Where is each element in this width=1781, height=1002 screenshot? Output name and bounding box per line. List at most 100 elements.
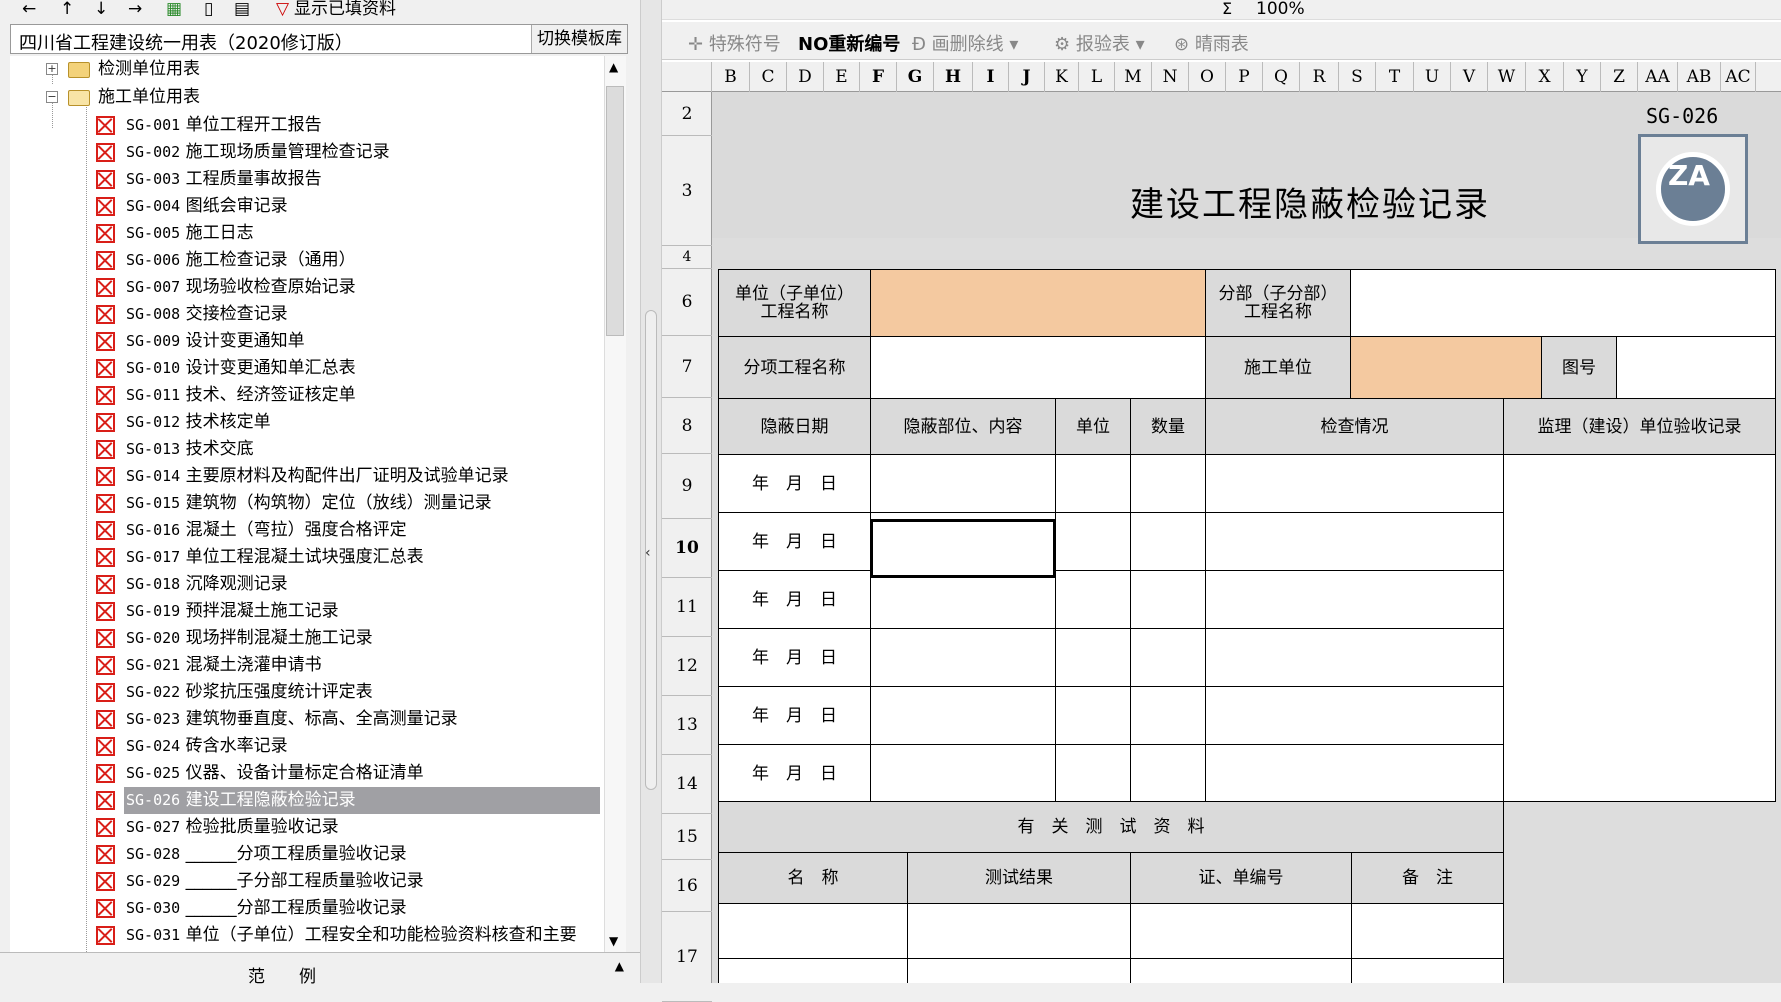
test-cert-input[interactable] <box>1130 903 1352 959</box>
column-header-cell[interactable]: H <box>934 62 973 92</box>
report-form-button[interactable]: ⚙ 报验表 ▾ <box>1054 30 1145 56</box>
inspection-input[interactable] <box>1205 744 1504 803</box>
row-header-cell[interactable]: 4 <box>662 246 712 269</box>
column-header-cell[interactable]: C <box>750 62 787 92</box>
supervision-record-input[interactable] <box>1503 454 1776 802</box>
location-input[interactable] <box>870 686 1056 745</box>
inspection-input[interactable] <box>1205 686 1504 745</box>
column-header-cell[interactable]: AA <box>1638 62 1678 92</box>
date-cell[interactable]: 年 月 日 <box>718 454 871 513</box>
switch-template-button[interactable]: 切换模板库 <box>531 25 627 53</box>
column-header-cell[interactable]: W <box>1488 62 1526 92</box>
column-header-cell[interactable]: Y <box>1564 62 1601 92</box>
location-input[interactable] <box>870 744 1056 803</box>
zoom-dropdown[interactable]: 100% <box>1256 0 1305 18</box>
row-header-cell[interactable]: 2 <box>662 92 712 136</box>
test-cert-input[interactable] <box>1130 958 1352 983</box>
column-header-cell[interactable]: Q <box>1263 62 1300 92</box>
down-icon[interactable]: ↓ <box>94 0 108 18</box>
row-header-cell[interactable]: 9 <box>662 454 712 519</box>
strikethrough-button[interactable]: Ð 画删除线 ▾ <box>912 30 1018 56</box>
row-header-cell[interactable]: 13 <box>662 696 712 755</box>
test-remark-input[interactable] <box>1351 958 1504 983</box>
back-icon[interactable]: ← <box>22 0 36 18</box>
column-header-cell[interactable]: J <box>1009 62 1045 92</box>
column-header-cell[interactable]: AC <box>1721 62 1756 92</box>
date-cell[interactable]: 年 月 日 <box>718 512 871 571</box>
inspection-input[interactable] <box>1205 512 1504 571</box>
date-cell[interactable]: 年 月 日 <box>718 686 871 745</box>
column-header-cell[interactable]: P <box>1226 62 1263 92</box>
quantity-input[interactable] <box>1130 512 1206 571</box>
column-header-cell[interactable]: U <box>1414 62 1451 92</box>
location-input[interactable] <box>870 570 1056 629</box>
row-header-cell[interactable]: 11 <box>662 578 712 637</box>
paste-icon[interactable]: ▤ <box>234 0 250 18</box>
quantity-input[interactable] <box>1130 686 1206 745</box>
sum-icon[interactable]: Σ <box>1222 0 1232 18</box>
copy-icon[interactable]: ▯ <box>204 0 213 18</box>
quantity-input[interactable] <box>1130 744 1206 803</box>
column-header-cell[interactable]: AB <box>1678 62 1721 92</box>
location-input[interactable] <box>870 454 1056 513</box>
unit-input[interactable] <box>1055 686 1131 745</box>
weather-button[interactable]: ⊛ 晴雨表 <box>1174 30 1249 56</box>
item-project-input[interactable] <box>870 336 1206 399</box>
unit-input[interactable] <box>1055 512 1131 571</box>
row-header-cell[interactable]: 12 <box>662 637 712 696</box>
row-header-cell[interactable]: 10 <box>662 519 712 578</box>
collapse-left-icon[interactable]: ‹ <box>645 545 651 561</box>
expand-icon[interactable]: + <box>46 63 58 75</box>
select-all-corner[interactable] <box>662 62 712 92</box>
row-header-cell[interactable]: 17 <box>662 912 712 1002</box>
column-header-cell[interactable]: F <box>860 62 897 92</box>
sub-division-input[interactable] <box>1350 269 1776 337</box>
test-result-input[interactable] <box>907 958 1131 983</box>
quantity-input[interactable] <box>1130 570 1206 629</box>
column-header-cell[interactable]: E <box>824 62 860 92</box>
row-header-cell[interactable]: 14 <box>662 755 712 814</box>
column-header-cell[interactable]: X <box>1526 62 1564 92</box>
column-header-cell[interactable]: I <box>973 62 1009 92</box>
date-cell[interactable]: 年 月 日 <box>718 744 871 803</box>
row-header-cell[interactable]: 8 <box>662 398 712 454</box>
forward-icon[interactable]: → <box>128 0 142 18</box>
column-header-cell[interactable]: T <box>1376 62 1414 92</box>
column-header-cell[interactable]: M <box>1115 62 1152 92</box>
up-icon[interactable]: ↑ <box>60 0 74 18</box>
unit-input[interactable] <box>1055 454 1131 513</box>
tree-scrollbar[interactable]: ▲ ▼ <box>604 56 626 952</box>
scroll-thumb[interactable] <box>606 86 624 336</box>
row-header-cell[interactable]: 3 <box>662 136 712 246</box>
unit-project-input[interactable] <box>870 269 1206 337</box>
row-header-cell[interactable]: 7 <box>662 336 712 398</box>
drawing-no-input[interactable] <box>1616 336 1776 399</box>
row-header-cell[interactable]: 15 <box>662 814 712 860</box>
test-name-input[interactable] <box>718 958 908 983</box>
renumber-button[interactable]: NO重新编号 <box>798 30 900 56</box>
column-header-cell[interactable]: R <box>1300 62 1339 92</box>
quantity-input[interactable] <box>1130 454 1206 513</box>
collapse-up-icon[interactable]: ▲ <box>615 959 624 973</box>
add-sheet-icon[interactable]: ▦ <box>166 0 182 18</box>
row-header-cell[interactable]: 16 <box>662 860 712 912</box>
unit-input[interactable] <box>1055 628 1131 687</box>
column-header-cell[interactable]: K <box>1045 62 1079 92</box>
inspection-input[interactable] <box>1205 628 1504 687</box>
filter-icon[interactable]: ▽ <box>276 0 289 18</box>
special-symbol-button[interactable]: ✛ 特殊符号 <box>688 30 781 56</box>
row-header-cell[interactable]: 6 <box>662 269 712 336</box>
date-cell[interactable]: 年 月 日 <box>718 628 871 687</box>
unit-input[interactable] <box>1055 744 1131 803</box>
test-remark-input[interactable] <box>1351 903 1504 959</box>
column-header-cell[interactable]: L <box>1079 62 1115 92</box>
active-cell[interactable] <box>870 519 1056 578</box>
column-header-cell[interactable]: V <box>1451 62 1488 92</box>
scroll-up-icon[interactable]: ▲ <box>609 60 618 74</box>
column-header-cell[interactable]: N <box>1152 62 1189 92</box>
quantity-input[interactable] <box>1130 628 1206 687</box>
inspection-input[interactable] <box>1205 454 1504 513</box>
column-header-cell[interactable]: S <box>1339 62 1376 92</box>
date-cell[interactable]: 年 月 日 <box>718 570 871 629</box>
unit-input[interactable] <box>1055 570 1131 629</box>
